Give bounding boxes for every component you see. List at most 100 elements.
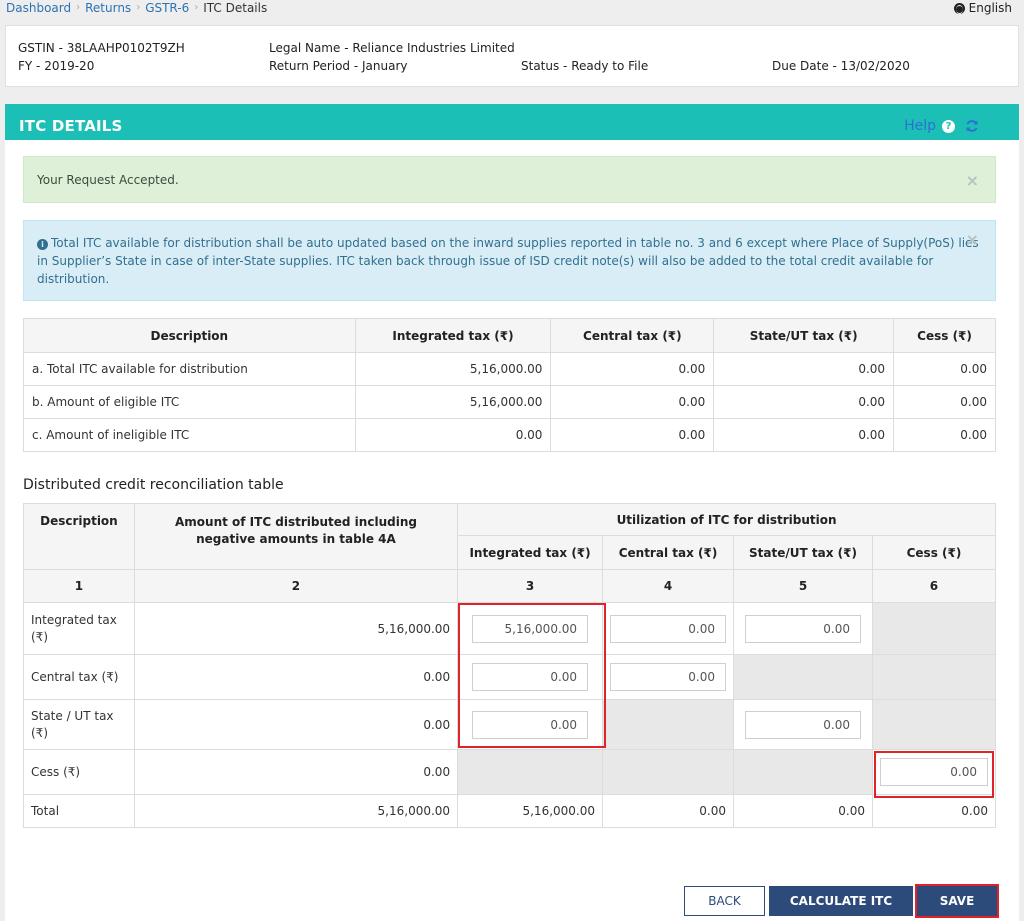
language-selector[interactable]: English (953, 0, 1012, 16)
globe-icon (953, 2, 965, 14)
cell-value: 0.00 (713, 352, 895, 386)
table-row: c. Amount of ineligible ITC 0.00 0.00 0.… (23, 418, 996, 452)
breadcrumb-current: ITC Details (203, 1, 268, 15)
cell-value: 0.00 (713, 418, 895, 452)
total-value: 5,16,000.00 (133, 794, 459, 828)
help-label: Help (904, 118, 936, 134)
due-date: Due Date - 13/02/2020 (772, 59, 910, 73)
row-description: b. Amount of eligible ITC (23, 385, 356, 419)
calculate-itc-button[interactable]: CALCULATE ITC (769, 886, 913, 916)
info-icon: i (37, 239, 48, 250)
igst-state-input[interactable] (744, 614, 861, 643)
cell (733, 699, 873, 750)
cell (602, 654, 735, 700)
close-icon[interactable]: × (966, 171, 979, 190)
column-header: Utilization of ITC for distribution (457, 503, 996, 536)
column-header: State/UT tax (₹) (733, 535, 873, 570)
column-number-row: 1 2 3 4 5 6 (23, 569, 997, 603)
return-info-bar: GSTIN - 38LAAHP0102T9ZH FY - 2019-20 Leg… (5, 25, 1019, 87)
table-header-row: Description Integrated tax (₹) Central t… (23, 318, 996, 353)
cell-value: 0.00 (550, 385, 715, 419)
table-header-row: Description Amount of ITC distributed in… (23, 503, 996, 570)
disabled-cell (457, 749, 604, 795)
cell-value: 0.00 (893, 385, 996, 419)
highlight-box (458, 603, 606, 748)
reconciliation-title: Distributed credit reconciliation table (23, 477, 284, 493)
disabled-cell (733, 654, 873, 700)
row-description: c. Amount of ineligible ITC (23, 418, 356, 452)
total-value: 0.00 (602, 794, 735, 828)
column-header: Cess (₹) (871, 535, 997, 570)
status: Status - Ready to File (521, 59, 649, 73)
row-description: a. Total ITC available for distribution (23, 352, 356, 386)
column-number: 5 (733, 569, 873, 603)
help-link[interactable]: Help ? (904, 118, 955, 134)
breadcrumb-dashboard[interactable]: Dashboard (6, 1, 71, 15)
financial-year: FY - 2019-20 (18, 59, 95, 73)
back-button[interactable]: BACK (684, 886, 765, 916)
total-row: Total 5,16,000.00 5,16,000.00 0.00 0.00 … (23, 794, 997, 828)
total-value: 0.00 (733, 794, 873, 828)
column-number: 4 (602, 569, 735, 603)
distributed-amount: 0.00 (133, 654, 459, 700)
table-row: Cess (₹) 0.00 (23, 749, 997, 795)
disabled-cell (871, 602, 997, 655)
table-row: a. Total ITC available for distribution … (23, 352, 996, 386)
row-label: State / UT tax (₹) (23, 699, 135, 750)
breadcrumb-returns[interactable]: Returns (85, 1, 131, 15)
help-icon: ? (942, 119, 955, 133)
row-label: Integrated tax (₹) (23, 602, 135, 655)
column-header: Integrated tax (₹) (354, 318, 552, 353)
disabled-cell (602, 749, 735, 795)
column-header: Cess (₹) (893, 318, 996, 353)
cell-value: 0.00 (550, 418, 715, 452)
table-row: b. Amount of eligible ITC 5,16,000.00 0.… (23, 385, 996, 419)
disabled-cell (871, 699, 997, 750)
legal-name: Legal Name - Reliance Industries Limited (269, 41, 515, 55)
gstin: GSTIN - 38LAAHP0102T9ZH (18, 41, 185, 55)
total-label: Total (23, 794, 135, 828)
igst-central-input[interactable] (610, 614, 727, 643)
column-header: Central tax (₹) (602, 535, 735, 570)
page-title: ITC DETAILS (19, 117, 123, 135)
column-number: 2 (133, 569, 459, 603)
column-header: Description (23, 318, 356, 353)
total-value: 0.00 (871, 794, 997, 828)
column-header: Amount of ITC distributed including nega… (133, 503, 459, 570)
cgst-central-input[interactable] (610, 663, 727, 691)
column-header: Description (23, 503, 135, 570)
cell-value: 0.00 (354, 418, 552, 452)
save-button[interactable]: SAVE (915, 884, 999, 918)
disabled-cell (871, 654, 997, 700)
return-period: Return Period - January (269, 59, 408, 73)
distributed-amount: 0.00 (133, 749, 459, 795)
highlight-box (874, 751, 994, 798)
cell-value: 0.00 (713, 385, 895, 419)
panel-header: ITC DETAILS Help ? (5, 104, 1019, 140)
cell-value: 0.00 (893, 352, 996, 386)
success-alert: Your Request Accepted. × (23, 156, 996, 203)
refresh-icon[interactable] (965, 119, 979, 133)
total-value: 5,16,000.00 (457, 794, 604, 828)
cell-value: 5,16,000.00 (354, 385, 552, 419)
itc-summary-table: Description Integrated tax (₹) Central t… (23, 318, 996, 452)
column-header: Central tax (₹) (550, 318, 715, 353)
column-header: Integrated tax (₹) (457, 535, 604, 570)
breadcrumb-separator: › (194, 2, 199, 13)
cell-value: 0.00 (893, 418, 996, 452)
row-label: Cess (₹) (23, 749, 135, 795)
close-icon[interactable]: × (966, 231, 979, 249)
language-label: English (968, 1, 1012, 15)
row-label: Central tax (₹) (23, 654, 135, 700)
column-number: 6 (871, 569, 997, 603)
info-message: Total ITC available for distribution sha… (37, 236, 979, 286)
sgst-state-input[interactable] (744, 710, 861, 739)
breadcrumb-separator: › (136, 2, 141, 13)
cell (733, 602, 873, 655)
column-number: 1 (23, 569, 135, 603)
disabled-cell (733, 749, 873, 795)
distributed-amount: 0.00 (133, 699, 459, 750)
column-number: 3 (457, 569, 604, 603)
cell-value: 5,16,000.00 (354, 352, 552, 386)
breadcrumb-gstr6[interactable]: GSTR-6 (145, 1, 189, 15)
